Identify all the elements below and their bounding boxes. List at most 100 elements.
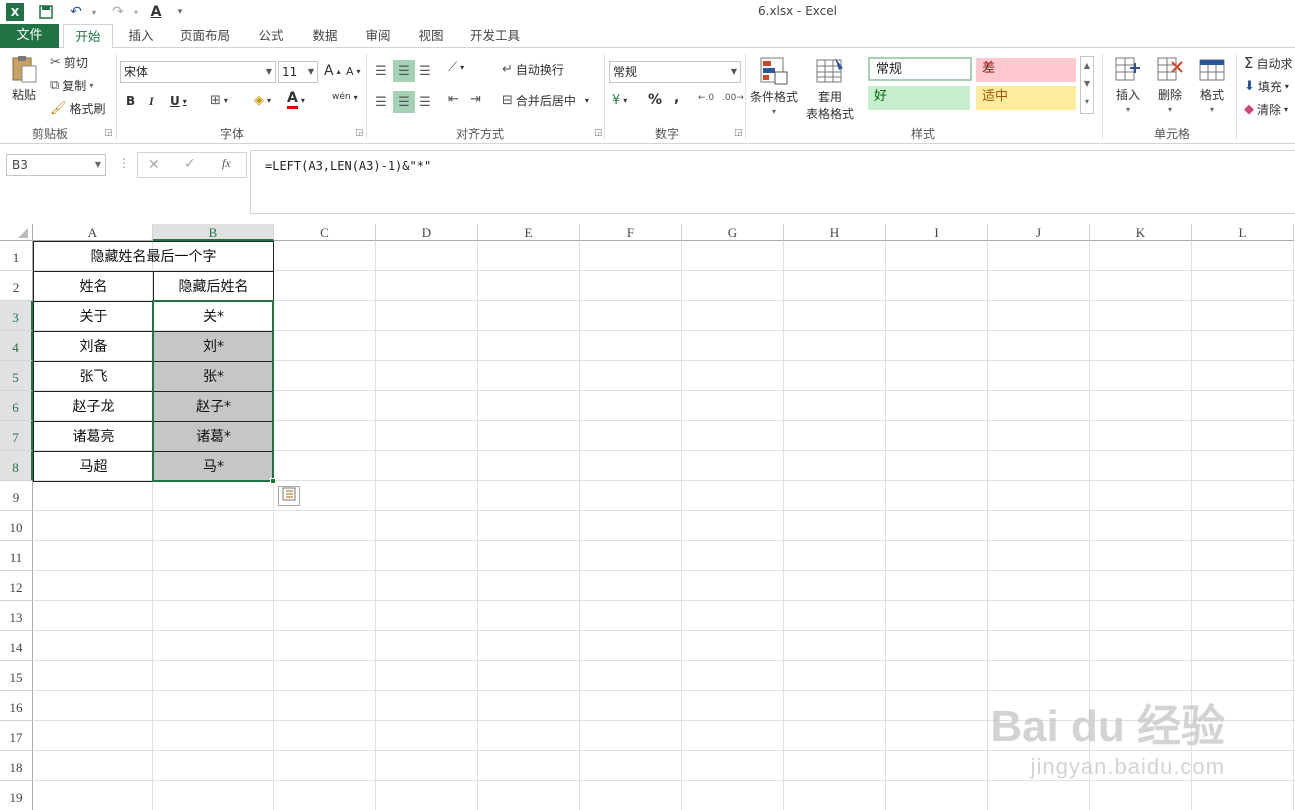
shrink-font-button[interactable]: A ▾ [346, 65, 361, 78]
tab-home[interactable]: 开始 [63, 24, 113, 49]
cell-a2-header[interactable]: 姓名 [33, 271, 154, 302]
cell-b7[interactable]: 诸葛* [153, 421, 274, 452]
cell-a4[interactable]: 刘备 [33, 331, 154, 362]
tab-review[interactable]: 审阅 [355, 24, 401, 48]
row-header-8[interactable]: 8 [0, 451, 33, 481]
row-header-19[interactable]: 19 [0, 781, 33, 810]
cell-b4[interactable]: 刘* [153, 331, 274, 362]
column-header-i[interactable]: I [886, 224, 988, 241]
row-header-4[interactable]: 4 [0, 331, 33, 361]
row-header-14[interactable]: 14 [0, 631, 33, 661]
wrap-text-button[interactable]: ↵ 自动换行 [502, 61, 564, 78]
align-center-button[interactable]: ☰ [393, 91, 415, 113]
format-cells-button[interactable]: 格式 ▾ [1198, 56, 1226, 114]
font-color-icon[interactable]: A [146, 2, 166, 22]
insert-function-icon[interactable]: fx [222, 156, 231, 171]
alignment-launcher-icon[interactable]: ◲ [594, 128, 603, 138]
cell-b5[interactable]: 张* [153, 361, 274, 392]
styles-scroll[interactable]: ▲ ▼ ▾ [1080, 56, 1094, 114]
tab-file[interactable]: 文件 [0, 24, 59, 48]
percent-button[interactable]: % [648, 92, 662, 108]
align-right-button[interactable]: ☰ [416, 91, 434, 113]
cell-b3[interactable]: 关* [153, 301, 274, 332]
font-launcher-icon[interactable]: ◲ [355, 128, 364, 138]
column-header-a[interactable]: A [33, 224, 153, 241]
phonetic-button[interactable]: wén ▾ [332, 92, 358, 102]
row-header-11[interactable]: 11 [0, 541, 33, 571]
tab-data[interactable]: 数据 [302, 24, 348, 48]
quick-analysis-icon[interactable] [278, 486, 300, 506]
row-header-7[interactable]: 7 [0, 421, 33, 451]
redo-icon[interactable]: ↷ [108, 2, 128, 22]
copy-button[interactable]: ⧉ 复制 ▾ [50, 77, 93, 94]
column-header-f[interactable]: F [580, 224, 682, 241]
redo-dropdown-icon[interactable]: ▾ [126, 2, 146, 22]
undo-icon[interactable]: ↶ [66, 2, 86, 22]
excel-logo-icon[interactable]: X [6, 3, 24, 21]
column-header-b[interactable]: B [153, 224, 274, 241]
column-header-j[interactable]: J [988, 224, 1090, 241]
column-header-h[interactable]: H [784, 224, 886, 241]
paste-button[interactable]: 粘贴 [10, 54, 38, 103]
increase-decimal-button[interactable]: ←.0 [698, 93, 714, 103]
cell-b2-header[interactable]: 隐藏后姓名 [153, 271, 274, 302]
delete-cells-button[interactable]: 删除 ▾ [1156, 56, 1184, 114]
confirm-icon[interactable]: ✓ [184, 156, 196, 172]
row-header-10[interactable]: 10 [0, 511, 33, 541]
borders-button[interactable]: ⊞ ▾ [210, 93, 228, 108]
style-good[interactable]: 好 [868, 86, 970, 110]
number-launcher-icon[interactable]: ◲ [734, 128, 743, 138]
tab-view[interactable]: 视图 [408, 24, 454, 48]
clear-button[interactable]: ◆ 清除 ▾ [1244, 101, 1288, 118]
row-header-18[interactable]: 18 [0, 751, 33, 781]
insert-cells-button[interactable]: 插入 ▾ [1114, 56, 1142, 114]
column-header-d[interactable]: D [376, 224, 478, 241]
customize-icon[interactable]: ▾ [170, 2, 190, 22]
cell-a5[interactable]: 张飞 [33, 361, 154, 392]
cell-b6[interactable]: 赵子* [153, 391, 274, 422]
merge-center-button[interactable]: ⊟ 合并后居中 ▾ [502, 92, 589, 109]
row-header-15[interactable]: 15 [0, 661, 33, 691]
align-top-button[interactable]: ☰ [372, 60, 390, 82]
orientation-button[interactable]: ⟋ ▾ [448, 60, 464, 75]
cell-a1-title[interactable]: 隐藏姓名最后一个字 [33, 241, 274, 272]
italic-button[interactable]: I [149, 94, 154, 109]
font-size-combo[interactable]: 11 ▼ [278, 61, 318, 83]
font-color-button[interactable]: A ▾ [287, 91, 305, 109]
tab-page-layout[interactable]: 页面布局 [172, 24, 238, 48]
save-icon[interactable] [36, 2, 56, 22]
select-all-corner[interactable] [0, 224, 33, 241]
cancel-icon[interactable]: ✕ [148, 157, 160, 173]
grow-font-button[interactable]: A ▴ [324, 63, 341, 79]
decrease-indent-button[interactable]: ⇤ [448, 92, 459, 107]
column-header-c[interactable]: C [274, 224, 376, 241]
decrease-decimal-button[interactable]: .00→ [722, 93, 744, 103]
row-header-3[interactable]: 3 [0, 301, 33, 331]
row-header-1[interactable]: 1 [0, 241, 33, 271]
formula-input[interactable]: =LEFT(A3,LEN(A3)-1)&"*" [250, 150, 1295, 214]
cell-a3[interactable]: 关于 [33, 301, 154, 332]
fill-button[interactable]: ⬇ 填充 ▾ [1244, 78, 1289, 95]
column-header-k[interactable]: K [1090, 224, 1192, 241]
format-as-table-button[interactable]: 套用 表格格式 [806, 56, 854, 122]
conditional-format-button[interactable]: 条件格式 ▾ [750, 56, 798, 116]
tab-developer[interactable]: 开发工具 [462, 24, 528, 48]
cell-b8[interactable]: 马* [153, 451, 274, 482]
comma-button[interactable]: , [674, 90, 679, 106]
increase-indent-button[interactable]: ⇥ [470, 92, 481, 107]
cell-a6[interactable]: 赵子龙 [33, 391, 154, 422]
cell-a8[interactable]: 马超 [33, 451, 154, 482]
style-neutral[interactable]: 适中 [976, 86, 1076, 110]
accounting-format-button[interactable]: ¥ ▾ [612, 93, 627, 108]
worksheet-grid[interactable]: ABCDEFGHIJKL 1 2 3 4 5 6 7 8 9 10 11 12 13 14 15 16 17 18… [0, 224, 1295, 810]
underline-button[interactable]: U ▾ [170, 94, 187, 108]
align-bottom-button[interactable]: ☰ [416, 60, 434, 82]
row-header-17[interactable]: 17 [0, 721, 33, 751]
row-header-16[interactable]: 16 [0, 691, 33, 721]
name-box[interactable]: B3 ▼ [6, 154, 106, 176]
align-middle-button[interactable]: ☰ [393, 60, 415, 82]
tab-insert[interactable]: 插入 [118, 24, 164, 48]
clipboard-launcher-icon[interactable]: ◲ [104, 128, 113, 138]
style-normal[interactable]: 常规 [868, 57, 972, 81]
column-header-e[interactable]: E [478, 224, 580, 241]
